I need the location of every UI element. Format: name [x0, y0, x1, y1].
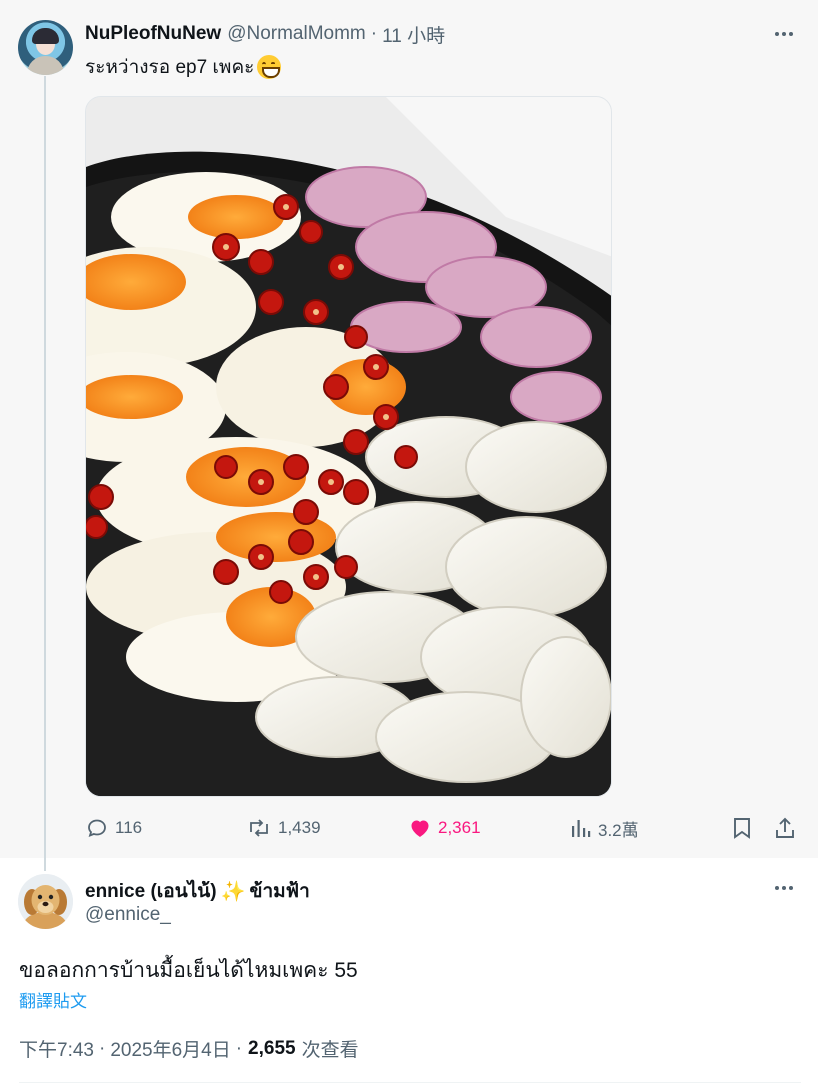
retweet-icon [250, 819, 268, 837]
divider [19, 1082, 801, 1083]
share-button[interactable] [774, 815, 796, 841]
reply-icon [88, 819, 106, 838]
bookmark-button[interactable] [731, 815, 753, 841]
tweet-text: ระหว่างรอ ep7 เพคะ [85, 52, 282, 82]
reply-date[interactable]: 2025年6月4日 [110, 1035, 230, 1062]
food-photo-illustration [86, 97, 611, 796]
thread-line [44, 76, 46, 871]
reply-view-label: 次查看 [301, 1040, 359, 1061]
like-button[interactable]: 2,361 [408, 815, 481, 841]
meta-separator-2: · [235, 1037, 243, 1059]
separator: · [370, 23, 378, 44]
reply-author-name[interactable]: ennice (เอนไน้) ✨ ข้ามฟ้า [85, 876, 310, 906]
retweet-button[interactable]: 1,439 [246, 815, 321, 841]
reply-author-avatar[interactable] [18, 874, 73, 929]
reply-text: ขอลอกการบ้านมื้อเย็นได้ไหมเพคะ 55 [19, 959, 358, 982]
translate-post-link[interactable]: 翻譯貼文 [19, 987, 87, 1012]
more-options-button[interactable] [771, 28, 797, 40]
tweet-time[interactable]: 11 小時 [382, 21, 445, 48]
analytics-icon [572, 820, 591, 837]
heart-filled-icon [411, 820, 429, 837]
like-count: 2,361 [438, 818, 481, 837]
retweet-count: 1,439 [278, 818, 321, 837]
views-button[interactable]: 3.2萬 [570, 815, 639, 841]
reply-author-name-text: ennice (เอนไน้) [85, 881, 217, 902]
sparkles-icon: ✨ [220, 880, 246, 903]
reply-author-handle[interactable]: @ennice_ [85, 904, 171, 926]
tweet-photo[interactable] [85, 96, 612, 797]
tweet-header: NuPleofNuNew @NormalMomm · 11 小時 [85, 21, 445, 47]
meta-separator: · [98, 1037, 106, 1059]
reply-count: 116 [115, 818, 143, 837]
reply-view-count: 2,655 [248, 1037, 296, 1059]
tweet-text-content: ระหว่างรอ ep7 เพคะ [85, 57, 255, 78]
author-name[interactable]: NuPleofNuNew [85, 23, 221, 45]
grinning-face-icon [257, 55, 282, 79]
bookmark-icon [734, 818, 750, 839]
share-icon [776, 817, 794, 838]
reply-button[interactable]: 116 [85, 815, 142, 841]
reply-more-options-button[interactable] [771, 882, 797, 894]
parent-tweet[interactable]: NuPleofNuNew @NormalMomm · 11 小時 ระหว่าง… [0, 0, 818, 871]
author-avatar[interactable] [18, 20, 73, 75]
reply-author-name-suffix: ข้ามฟ้า [249, 881, 310, 902]
reply-metadata: 下午7:43 · 2025年6月4日 · 2,655 次查看 [19, 1035, 359, 1062]
view-count: 3.2萬 [598, 820, 639, 840]
puppy-avatar-icon [18, 874, 73, 929]
author-handle[interactable]: @NormalMomm [227, 23, 366, 45]
reply-time[interactable]: 下午7:43 [19, 1035, 94, 1062]
